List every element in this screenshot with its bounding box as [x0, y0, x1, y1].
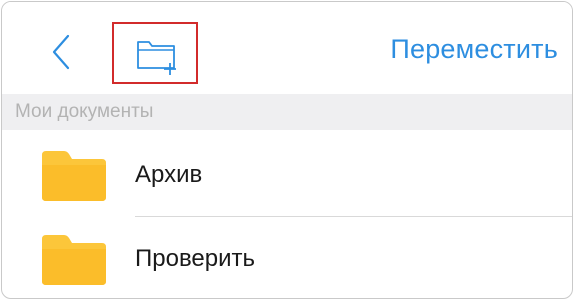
folder-row-archive[interactable]: Архив — [2, 132, 572, 216]
toolbar: Переместить — [2, 2, 572, 94]
new-folder-button[interactable] — [112, 22, 198, 84]
section-header: Мои документы — [2, 94, 572, 130]
folder-icon — [42, 151, 106, 201]
move-dialog: Переместить Мои документы Архив Проверит… — [1, 1, 573, 299]
folder-label: Проверить — [135, 245, 256, 272]
move-button[interactable]: Переместить — [390, 34, 558, 65]
folder-icon — [42, 235, 106, 285]
folder-row-check[interactable]: Проверить — [2, 216, 572, 298]
back-button[interactable] — [46, 32, 76, 72]
section-title: Мои документы — [15, 101, 154, 122]
folder-label: Архив — [135, 161, 203, 188]
chevron-left-icon — [52, 34, 70, 70]
folder-plus-icon — [137, 41, 176, 75]
